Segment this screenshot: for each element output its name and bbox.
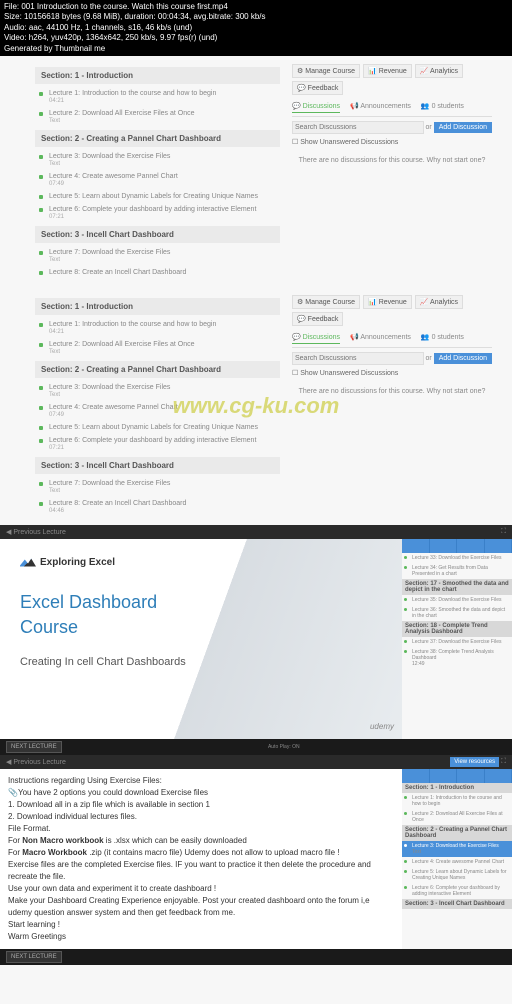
slide-content: Exploring Excel Excel Dashboard Course C… [0, 539, 402, 739]
tab-discussions[interactable]: 💬 Discussions [292, 102, 340, 113]
show-unanswered-checkbox[interactable]: ☐ Show Unanswered Discussions [292, 369, 492, 377]
logo-icon [20, 557, 36, 567]
player-topbar-2: ◀ Previous Lecture View resources ⛶ [0, 755, 512, 769]
tab-students[interactable]: 👥 0 students [421, 333, 464, 344]
sidebar-lecture[interactable]: Lecture 34: Get Results from Data Presen… [402, 563, 512, 579]
file-header: File: 001 Introduction to the course. Wa… [0, 0, 512, 56]
lecture-item[interactable]: Lecture 1: Introduction to the course an… [35, 87, 280, 107]
next-lecture-button[interactable]: NEXT LECTURE [6, 951, 62, 963]
section-header: Section: 2 - Creating a Pannel Chart Das… [35, 361, 280, 378]
view-resources-button[interactable]: View resources [450, 757, 499, 767]
lecture-item[interactable]: Lecture 3: Download the Exercise FilesTe… [35, 150, 280, 170]
sidebar-lecture-active[interactable]: Lecture 3: Download the Exercise FilesTe… [402, 841, 512, 857]
player-controls-2: NEXT LECTURE [0, 949, 512, 965]
lecture-item[interactable]: Lecture 8: Create an Incell Chart Dashbo… [35, 497, 280, 517]
udemy-logo: udemy [370, 722, 394, 731]
autoplay-text: Auto Play: ON [268, 744, 300, 750]
lecture-item[interactable]: Lecture 5: Learn about Dynamic Labels fo… [35, 190, 280, 203]
section-header: Section: 1 - Introduction [35, 67, 280, 84]
sidebar-lecture[interactable]: Lecture 4: Create awesome Pannel Chart [402, 857, 512, 867]
tab-announcements[interactable]: 📢 Announcements [350, 333, 411, 344]
logo: Exploring Excel [20, 557, 382, 568]
prev-lecture-button[interactable]: ◀ Previous Lecture [6, 528, 66, 536]
feedback-button[interactable]: 💬 Feedback [292, 81, 343, 95]
sidebar-section: Section: 1 - Introduction [402, 783, 512, 793]
fullscreen-icon[interactable]: ⛶ [501, 758, 506, 765]
tab-announcements[interactable]: 📢 Announcements [350, 102, 411, 113]
sidebar-lecture[interactable]: Lecture 5: Learn about Dynamic Labels fo… [402, 867, 512, 883]
panel-1: Section: 1 - Introduction Lecture 1: Int… [0, 56, 512, 287]
sidebar-tabs[interactable] [402, 539, 512, 553]
slide-title-2: Course [20, 617, 382, 638]
revenue-button[interactable]: 📊 Revenue [363, 64, 412, 78]
instructions-text: Instructions regarding Using Exercise Fi… [0, 769, 402, 949]
sidebar-lecture[interactable]: Lecture 2: Download All Exercise Files a… [402, 809, 512, 825]
tab-students[interactable]: 👥 0 students [421, 102, 464, 113]
video-area: Exploring Excel Excel Dashboard Course C… [0, 539, 512, 739]
sidebar-lecture[interactable]: Lecture 33: Download the Exercise Files [402, 553, 512, 563]
sidebar-lecture[interactable]: Lecture 35: Download the Exercise Files [402, 595, 512, 605]
revenue-button[interactable]: 📊 Revenue [363, 295, 412, 309]
search-input[interactable] [292, 121, 424, 134]
lecture-item[interactable]: Lecture 5: Learn about Dynamic Labels fo… [35, 421, 280, 434]
sidebar-lecture[interactable]: Lecture 6: Complete your dashboard by ad… [402, 883, 512, 899]
show-unanswered-checkbox[interactable]: ☐ Show Unanswered Discussions [292, 138, 492, 146]
sidebar-lecture[interactable]: Lecture 38: Complete Trend Analysis Dash… [402, 647, 512, 669]
player-controls: NEXT LECTURE Auto Play: ON [0, 739, 512, 755]
lecture-item[interactable]: Lecture 6: Complete your dashboard by ad… [35, 203, 280, 223]
prev-lecture-button[interactable]: ◀ Previous Lecture [6, 758, 66, 766]
sidebar-section: Section: 2 - Creating a Pannel Chart Das… [402, 825, 512, 841]
section-header: Section: 1 - Introduction [35, 298, 280, 315]
slide-title-1: Excel Dashboard [20, 592, 382, 613]
lecture-item[interactable]: Lecture 3: Download the Exercise FilesTe… [35, 381, 280, 401]
tab-discussions[interactable]: 💬 Discussions [292, 333, 340, 344]
lecture-item[interactable]: Lecture 2: Download All Exercise Files a… [35, 338, 280, 358]
sidebar-section: Section: 3 - Incell Chart Dashboard [402, 899, 512, 909]
analytics-button[interactable]: 📈 Analytics [415, 64, 463, 78]
panel-2: www.cg-ku.com Section: 1 - Introduction … [0, 287, 512, 525]
lecture-item[interactable]: Lecture 6: Complete your dashboard by ad… [35, 434, 280, 454]
no-discussions-text: There are no discussions for this course… [292, 149, 492, 172]
search-input[interactable] [292, 352, 424, 365]
section-header: Section: 3 - Incell Chart Dashboard [35, 457, 280, 474]
lecture-sidebar: Lecture 33: Download the Exercise Files … [402, 539, 512, 739]
sidebar-lecture[interactable]: Lecture 36: Smoothed the data and depict… [402, 605, 512, 621]
section-header: Section: 3 - Incell Chart Dashboard [35, 226, 280, 243]
sidebar-lecture[interactable]: Lecture 37: Download the Exercise Files [402, 637, 512, 647]
sidebar-tabs[interactable] [402, 769, 512, 783]
slide-subtitle: Creating In cell Chart Dashboards [20, 656, 382, 668]
lecture-item[interactable]: Lecture 4: Create awesome Pannel Chart07… [35, 170, 280, 190]
lecture-item[interactable]: Lecture 1: Introduction to the course an… [35, 318, 280, 338]
analytics-button[interactable]: 📈 Analytics [415, 295, 463, 309]
section-header: Section: 2 - Creating a Pannel Chart Das… [35, 130, 280, 147]
lecture-item[interactable]: Lecture 8: Create an Incell Chart Dashbo… [35, 266, 280, 279]
no-discussions-text: There are no discussions for this course… [292, 380, 492, 403]
add-discussion-button[interactable]: Add Discussion [434, 122, 492, 133]
lecture-item[interactable]: Lecture 4: Create awesome Pannel Chart07… [35, 401, 280, 421]
manage-course-button[interactable]: ⚙ Manage Course [292, 295, 360, 309]
lecture-item[interactable]: Lecture 2: Download All Exercise Files a… [35, 107, 280, 127]
sidebar-section: Section: 17 - Smoothed the data and depi… [402, 579, 512, 595]
sidebar-section: Section: 18 - Complete Trend Analysis Da… [402, 621, 512, 637]
next-lecture-button[interactable]: NEXT LECTURE [6, 741, 62, 753]
sidebar-lecture[interactable]: Lecture 1: Introduction to the course an… [402, 793, 512, 809]
manage-course-button[interactable]: ⚙ Manage Course [292, 64, 360, 78]
player-topbar: ◀ Previous Lecture ⛶ [0, 525, 512, 539]
feedback-button[interactable]: 💬 Feedback [292, 312, 343, 326]
lecture-item[interactable]: Lecture 7: Download the Exercise FilesTe… [35, 477, 280, 497]
lecture-sidebar-2: Section: 1 - Introduction Lecture 1: Int… [402, 769, 512, 949]
add-discussion-button[interactable]: Add Discussion [434, 353, 492, 364]
lecture-item[interactable]: Lecture 7: Download the Exercise FilesTe… [35, 246, 280, 266]
fullscreen-icon[interactable]: ⛶ [501, 528, 506, 536]
